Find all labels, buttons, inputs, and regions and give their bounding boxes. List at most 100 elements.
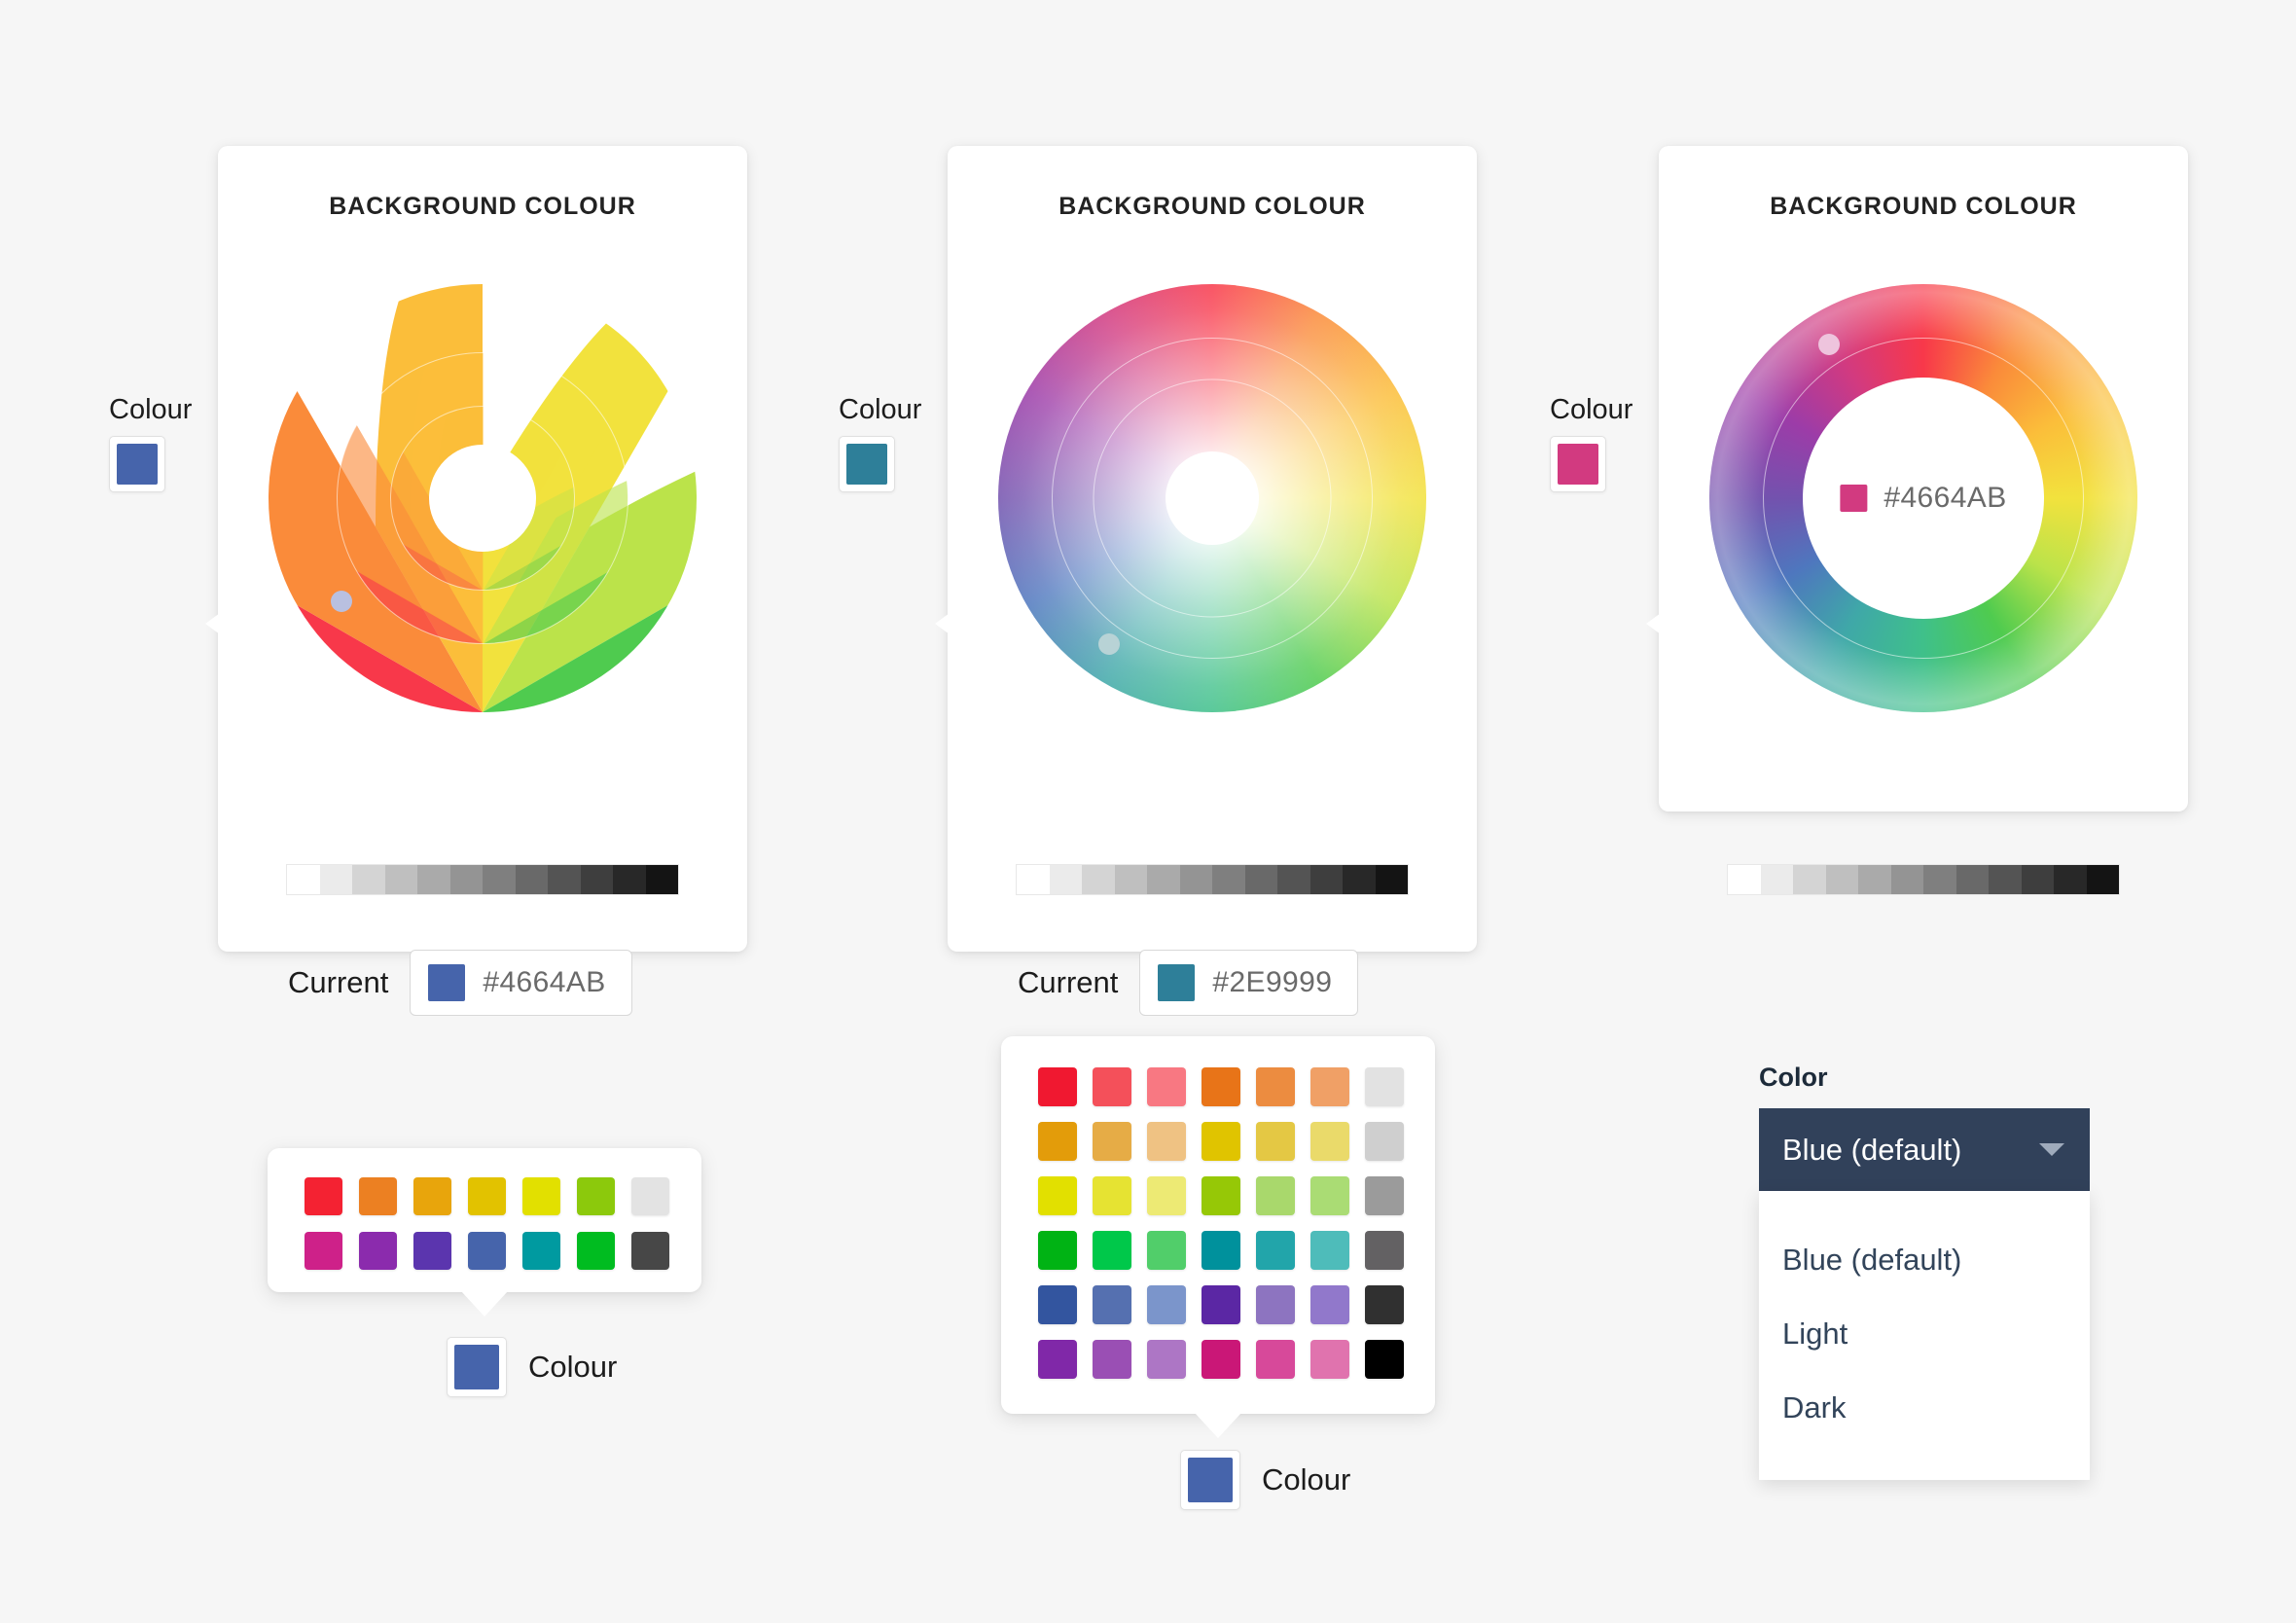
donut-centre-readout[interactable]: #4664AB bbox=[1840, 482, 2006, 515]
greyscale-step[interactable] bbox=[417, 865, 450, 894]
colour-launcher-swatch-1[interactable] bbox=[109, 436, 165, 492]
color-select-menu[interactable]: Blue (default) Light Dark bbox=[1759, 1191, 2090, 1480]
greyscale-step[interactable] bbox=[1955, 865, 1989, 894]
palette-swatch[interactable] bbox=[522, 1177, 560, 1215]
greyscale-slider-1[interactable] bbox=[286, 864, 679, 895]
small-palette-popover[interactable] bbox=[268, 1148, 701, 1316]
chevron-down-icon[interactable] bbox=[2039, 1143, 2064, 1156]
large-palette-popover[interactable] bbox=[1001, 1036, 1435, 1438]
greyscale-step[interactable] bbox=[1049, 865, 1082, 894]
palette-swatch[interactable] bbox=[1038, 1122, 1077, 1161]
palette-swatch[interactable] bbox=[1093, 1067, 1131, 1106]
greyscale-step[interactable] bbox=[580, 865, 613, 894]
greyscale-step[interactable] bbox=[1244, 865, 1277, 894]
greyscale-step[interactable] bbox=[613, 865, 646, 894]
palette-swatch[interactable] bbox=[1147, 1176, 1186, 1215]
color-select-option[interactable]: Dark bbox=[1759, 1371, 2090, 1445]
palette-swatch[interactable] bbox=[1365, 1176, 1404, 1215]
greyscale-step[interactable] bbox=[352, 865, 385, 894]
greyscale-step[interactable] bbox=[1212, 865, 1245, 894]
greyscale-step[interactable] bbox=[2086, 865, 2119, 894]
palette-swatch[interactable] bbox=[1256, 1231, 1295, 1270]
large-palette-grid[interactable] bbox=[1038, 1067, 1404, 1379]
palette-swatch[interactable] bbox=[1310, 1340, 1349, 1379]
greyscale-step[interactable] bbox=[1082, 865, 1115, 894]
small-palette-anchor-swatch[interactable] bbox=[447, 1337, 507, 1397]
palette-swatch[interactable] bbox=[1038, 1340, 1077, 1379]
small-palette-grid[interactable] bbox=[305, 1177, 669, 1270]
palette-swatch[interactable] bbox=[1365, 1067, 1404, 1106]
greyscale-step[interactable] bbox=[1728, 865, 1761, 894]
greyscale-step[interactable] bbox=[645, 865, 678, 894]
palette-swatch[interactable] bbox=[1256, 1122, 1295, 1161]
palette-swatch[interactable] bbox=[631, 1232, 669, 1270]
palette-swatch[interactable] bbox=[1147, 1122, 1186, 1161]
greyscale-slider-3[interactable] bbox=[1727, 864, 2120, 895]
palette-swatch[interactable] bbox=[305, 1232, 342, 1270]
color-select-control[interactable]: Blue (default) bbox=[1759, 1108, 2090, 1191]
palette-swatch[interactable] bbox=[1310, 1231, 1349, 1270]
wheel-selection-dot-2[interactable] bbox=[1098, 632, 1121, 655]
greyscale-step[interactable] bbox=[287, 865, 320, 894]
palette-swatch[interactable] bbox=[359, 1232, 397, 1270]
palette-swatch[interactable] bbox=[522, 1232, 560, 1270]
current-colour-field-1[interactable]: #4664AB bbox=[410, 950, 632, 1016]
palette-swatch[interactable] bbox=[1202, 1285, 1240, 1324]
palette-swatch[interactable] bbox=[631, 1177, 669, 1215]
greyscale-step[interactable] bbox=[2021, 865, 2054, 894]
palette-swatch[interactable] bbox=[1038, 1067, 1077, 1106]
greyscale-step[interactable] bbox=[1343, 865, 1376, 894]
palette-swatch[interactable] bbox=[1093, 1122, 1131, 1161]
colour-wheel-continuous[interactable] bbox=[998, 284, 1426, 712]
palette-swatch[interactable] bbox=[1093, 1340, 1131, 1379]
greyscale-step[interactable] bbox=[1760, 865, 1793, 894]
palette-swatch[interactable] bbox=[577, 1232, 615, 1270]
palette-swatch[interactable] bbox=[1202, 1176, 1240, 1215]
greyscale-step[interactable] bbox=[1114, 865, 1147, 894]
greyscale-step[interactable] bbox=[319, 865, 352, 894]
greyscale-slider-2[interactable] bbox=[1016, 864, 1409, 895]
palette-swatch[interactable] bbox=[413, 1177, 451, 1215]
greyscale-step[interactable] bbox=[1890, 865, 1923, 894]
color-select-option[interactable]: Blue (default) bbox=[1759, 1223, 2090, 1297]
palette-swatch[interactable] bbox=[1202, 1231, 1240, 1270]
palette-swatch[interactable] bbox=[1093, 1176, 1131, 1215]
palette-swatch[interactable] bbox=[1365, 1231, 1404, 1270]
palette-swatch[interactable] bbox=[1256, 1176, 1295, 1215]
palette-swatch[interactable] bbox=[468, 1177, 506, 1215]
greyscale-step[interactable] bbox=[1179, 865, 1212, 894]
colour-wheel-donut[interactable]: #4664AB bbox=[1709, 284, 2137, 712]
palette-swatch[interactable] bbox=[1038, 1231, 1077, 1270]
greyscale-step[interactable] bbox=[1923, 865, 1956, 894]
palette-swatch[interactable] bbox=[1093, 1231, 1131, 1270]
greyscale-step[interactable] bbox=[483, 865, 516, 894]
greyscale-step[interactable] bbox=[1858, 865, 1891, 894]
greyscale-step[interactable] bbox=[1147, 865, 1180, 894]
palette-swatch[interactable] bbox=[1147, 1067, 1186, 1106]
palette-swatch[interactable] bbox=[1365, 1285, 1404, 1324]
palette-swatch[interactable] bbox=[1310, 1067, 1349, 1106]
greyscale-step[interactable] bbox=[1989, 865, 2022, 894]
greyscale-step[interactable] bbox=[1309, 865, 1343, 894]
palette-swatch[interactable] bbox=[1310, 1285, 1349, 1324]
palette-swatch[interactable] bbox=[359, 1177, 397, 1215]
palette-swatch[interactable] bbox=[1147, 1340, 1186, 1379]
greyscale-step[interactable] bbox=[548, 865, 581, 894]
colour-launcher-swatch-2[interactable] bbox=[839, 436, 895, 492]
palette-swatch[interactable] bbox=[1310, 1122, 1349, 1161]
palette-swatch[interactable] bbox=[1147, 1285, 1186, 1324]
palette-swatch[interactable] bbox=[413, 1232, 451, 1270]
palette-swatch[interactable] bbox=[1038, 1285, 1077, 1324]
palette-swatch[interactable] bbox=[1365, 1340, 1404, 1379]
greyscale-step[interactable] bbox=[449, 865, 483, 894]
palette-swatch[interactable] bbox=[1202, 1067, 1240, 1106]
greyscale-step[interactable] bbox=[1825, 865, 1858, 894]
palette-swatch[interactable] bbox=[468, 1232, 506, 1270]
palette-swatch[interactable] bbox=[1365, 1122, 1404, 1161]
palette-swatch[interactable] bbox=[1310, 1176, 1349, 1215]
palette-swatch[interactable] bbox=[1147, 1231, 1186, 1270]
greyscale-step[interactable] bbox=[2054, 865, 2087, 894]
palette-swatch[interactable] bbox=[305, 1177, 342, 1215]
greyscale-step[interactable] bbox=[515, 865, 548, 894]
palette-swatch[interactable] bbox=[1256, 1340, 1295, 1379]
